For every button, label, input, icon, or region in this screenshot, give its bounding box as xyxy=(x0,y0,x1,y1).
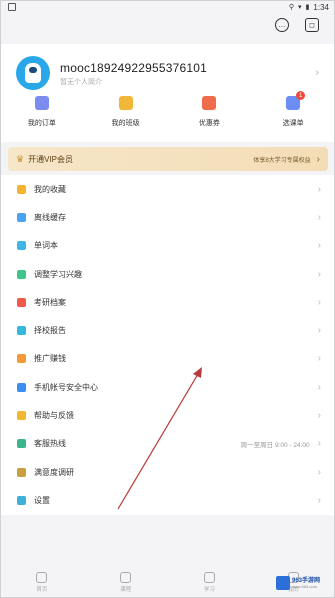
menu-item-label: 推广赚钱 xyxy=(34,354,66,364)
help-icon xyxy=(17,411,26,421)
location-icon: ⚲ xyxy=(288,4,295,11)
quick-actions: 我的订单 我的班级 优惠券 1 选课单 xyxy=(0,91,335,128)
interest-icon xyxy=(17,269,26,279)
menu-item-label: 设置 xyxy=(34,495,50,505)
vip-title: 开通VIP会员 xyxy=(28,154,73,164)
study-icon xyxy=(203,572,215,583)
watermark-sub: www.963.com xyxy=(292,583,317,589)
quick-action-course-list[interactable]: 1 选课单 xyxy=(251,91,335,128)
menu-item-extra: 周一至周日 9:00 - 24:00 xyxy=(240,441,310,449)
crown-icon: ♛ xyxy=(16,153,25,164)
chevron-right-icon: › xyxy=(317,353,321,365)
astronaut-avatar-icon xyxy=(25,63,41,83)
settings-menu: 我的收藏 › 离线缓存 › 单词本 › 调整学习兴趣 › 考研档案 › 择校报告 › 推广赚钱 › 手机帐号… xyxy=(0,175,335,515)
class-icon xyxy=(118,96,133,110)
menu-item-promote[interactable]: 推广赚钱 › xyxy=(0,345,335,373)
menu-item-wordbook[interactable]: 单词本 › xyxy=(0,232,335,260)
tab-home[interactable]: 首页 xyxy=(0,566,84,598)
chevron-right-icon: › xyxy=(317,240,321,252)
star-icon xyxy=(17,184,26,194)
menu-item-archive[interactable]: 考研档案 › xyxy=(0,288,335,316)
survey-icon xyxy=(17,467,26,477)
course-list-icon: 1 xyxy=(286,91,306,110)
message-icon[interactable]: … xyxy=(275,18,289,32)
vip-chevron-icon: › xyxy=(316,153,320,165)
download-icon xyxy=(17,212,26,222)
username: mooc18924922955376101 xyxy=(60,61,207,75)
menu-item-gear[interactable]: 设置 › xyxy=(0,486,335,514)
chevron-right-icon: › xyxy=(317,325,321,337)
menu-item-star[interactable]: 我的收藏 › xyxy=(0,175,335,203)
menu-item-label: 择校报告 xyxy=(34,326,66,336)
quick-action-class[interactable]: 我的班级 xyxy=(84,96,168,128)
menu-item-label: 单词本 xyxy=(34,241,58,251)
tab-label: 首页 xyxy=(36,587,48,593)
chevron-right-icon: › xyxy=(317,268,321,280)
menu-item-label: 满意度调研 xyxy=(34,467,74,477)
chevron-right-icon: › xyxy=(317,183,321,195)
archive-icon xyxy=(17,297,26,307)
vip-banner[interactable]: ♛ 开通VIP会员 体享8大学习专属权益 › xyxy=(8,147,328,171)
quick-action-orders[interactable]: 我的订单 xyxy=(0,96,84,128)
menu-item-headset[interactable]: 客服热线 周一至周日 9:00 - 24:00 › xyxy=(0,430,335,458)
menu-item-survey[interactable]: 满意度调研 › xyxy=(0,458,335,486)
wifi-icon: ▾ xyxy=(298,4,302,11)
menu-item-interest[interactable]: 调整学习兴趣 › xyxy=(0,260,335,288)
menu-item-label: 我的收藏 xyxy=(34,184,66,194)
headset-icon xyxy=(17,439,26,449)
orders-icon xyxy=(34,96,49,110)
chevron-right-icon: › xyxy=(317,211,321,223)
menu-item-label: 客服热线 xyxy=(34,439,66,449)
quick-action-label: 选课单 xyxy=(282,120,304,127)
profile-chevron-icon: › xyxy=(315,67,319,79)
menu-item-label: 手机帐号安全中心 xyxy=(34,382,98,392)
chevron-right-icon: › xyxy=(317,410,321,422)
watermark-logo-icon xyxy=(276,576,290,590)
menu-item-report[interactable]: 择校报告 › xyxy=(0,316,335,344)
tab-study[interactable]: 学习 xyxy=(168,566,252,598)
quick-action-label: 优惠券 xyxy=(198,120,220,127)
quick-action-badge: 1 xyxy=(296,91,306,100)
chevron-right-icon: › xyxy=(317,438,321,450)
tab-label: 学习 xyxy=(203,587,215,593)
status-time: 1:34 xyxy=(313,2,329,12)
watermark-title: 963手游网 xyxy=(292,577,321,584)
home-icon xyxy=(36,572,48,583)
vip-slogan: 体享8大学习专属权益 xyxy=(253,157,311,164)
avatar[interactable] xyxy=(16,56,50,90)
tab-course[interactable]: 课程 xyxy=(84,566,168,598)
profile-subtitle: 暂无个人简介 xyxy=(60,79,102,86)
chevron-right-icon: › xyxy=(317,296,321,308)
gear-icon xyxy=(17,495,26,505)
menu-item-shield[interactable]: 手机帐号安全中心 › xyxy=(0,373,335,401)
course-icon xyxy=(120,572,132,583)
menu-item-download[interactable]: 离线缓存 › xyxy=(0,203,335,231)
menu-item-label: 调整学习兴趣 xyxy=(34,269,82,279)
quick-action-label: 我的订单 xyxy=(27,120,56,127)
promote-icon xyxy=(17,354,26,364)
scan-icon[interactable]: ◻ xyxy=(305,18,319,32)
battery-icon: ▮ xyxy=(305,4,310,11)
chevron-right-icon: › xyxy=(317,466,321,478)
tab-label: 课程 xyxy=(120,587,132,593)
coupon-icon xyxy=(202,96,217,110)
shield-icon xyxy=(17,382,26,392)
menu-item-label: 帮助与反馈 xyxy=(34,411,74,421)
quick-action-label: 我的班级 xyxy=(111,120,140,127)
menu-item-label: 离线缓存 xyxy=(34,212,66,222)
wordbook-icon xyxy=(17,241,26,251)
report-icon xyxy=(17,326,26,336)
app-notification-icon xyxy=(8,3,16,11)
quick-action-coupon[interactable]: 优惠券 xyxy=(168,96,252,128)
status-bar: ⚲ ▾ ▮ 1:34 xyxy=(0,0,335,14)
chevron-right-icon: › xyxy=(317,381,321,393)
menu-item-help[interactable]: 帮助与反馈 › xyxy=(0,401,335,429)
chevron-right-icon: › xyxy=(317,494,321,506)
watermark: 963手游网 www.963.com xyxy=(276,576,320,590)
menu-item-label: 考研档案 xyxy=(34,297,66,307)
